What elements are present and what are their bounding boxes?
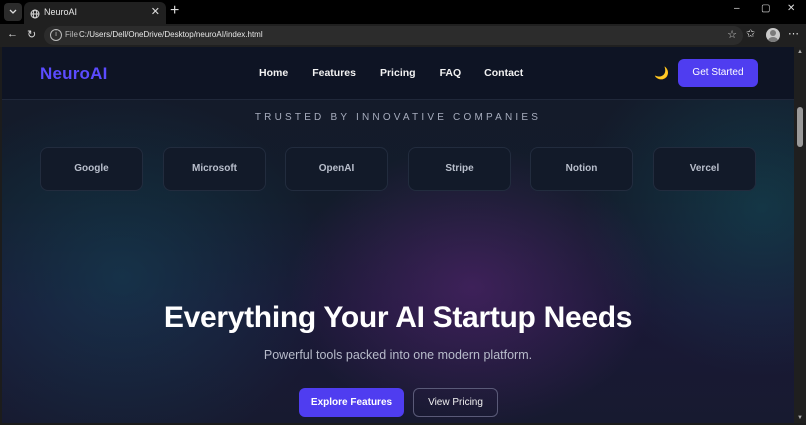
company-card-microsoft: Microsoft [163, 147, 266, 191]
nav-home[interactable]: Home [259, 67, 288, 79]
browser-tab[interactable]: NeuroAI ✕ [24, 2, 166, 24]
refresh-icon[interactable]: ↻ [27, 28, 36, 41]
nav-faq[interactable]: FAQ [440, 67, 462, 79]
hero-title: Everything Your AI Startup Needs [163, 301, 633, 334]
company-card-notion: Notion [530, 147, 633, 191]
company-card-vercel: Vercel [653, 147, 756, 191]
tab-list-button[interactable] [4, 3, 22, 21]
nav-pricing[interactable]: Pricing [380, 67, 416, 79]
nav-features[interactable]: Features [312, 67, 356, 79]
explore-features-button[interactable]: Explore Features [299, 388, 404, 417]
site-navbar: NeuroAI Home Features Pricing FAQ Contac… [2, 47, 794, 100]
scroll-up-icon[interactable]: ▲ [797, 49, 803, 55]
page-scrollbar[interactable]: ▲ ▼ [794, 47, 806, 423]
close-window-button[interactable]: ✕ [787, 3, 795, 14]
back-icon[interactable]: ← [7, 28, 18, 40]
address-bar[interactable]: i File C:/Users/Dell/OneDrive/Desktop/ne… [44, 26, 743, 45]
view-pricing-button[interactable]: View Pricing [413, 388, 498, 417]
info-icon[interactable]: i [50, 29, 62, 41]
more-menu-icon[interactable]: ⋯ [788, 27, 799, 40]
company-card-google: Google [40, 147, 143, 191]
nav-contact[interactable]: Contact [484, 67, 523, 79]
page-viewport: NeuroAI Home Features Pricing FAQ Contac… [2, 47, 794, 423]
scroll-down-icon[interactable]: ▼ [797, 415, 803, 421]
browser-tabbar: NeuroAI ✕ + – ▢ ✕ [0, 0, 806, 24]
minimize-button[interactable]: – [734, 3, 740, 14]
hero-subtitle: Powerful tools packed into one modern pl… [263, 348, 533, 362]
new-tab-button[interactable]: + [170, 2, 179, 20]
chevron-down-icon [9, 9, 17, 14]
close-tab-icon[interactable]: ✕ [151, 5, 160, 18]
company-logos: Google Microsoft OpenAI Stripe Notion Ve… [40, 147, 760, 191]
company-card-openai: OpenAI [285, 147, 388, 191]
trusted-heading: TRUSTED BY INNOVATIVE COMPANIES [254, 112, 542, 123]
tab-title: NeuroAI [44, 7, 78, 17]
company-card-stripe: Stripe [408, 147, 511, 191]
moon-icon[interactable]: 🌙 [654, 66, 669, 80]
maximize-button[interactable]: ▢ [761, 3, 770, 14]
browser-toolbar: ← ↻ i File C:/Users/Dell/OneDrive/Deskto… [0, 24, 806, 47]
globe-icon [30, 6, 40, 24]
url-scheme-label: File [65, 30, 78, 39]
get-started-button[interactable]: Get Started [678, 59, 758, 87]
favorites-icon[interactable]: ✩ [746, 27, 755, 40]
scrollbar-thumb[interactable] [797, 107, 803, 147]
brand-logo[interactable]: NeuroAI [40, 64, 108, 84]
nav-links: Home Features Pricing FAQ Contact [259, 67, 523, 79]
profile-avatar[interactable] [766, 28, 780, 42]
url-text[interactable]: C:/Users/Dell/OneDrive/Desktop/neuroAI/i… [79, 30, 263, 39]
bookmark-star-icon[interactable]: ☆ [727, 28, 737, 41]
